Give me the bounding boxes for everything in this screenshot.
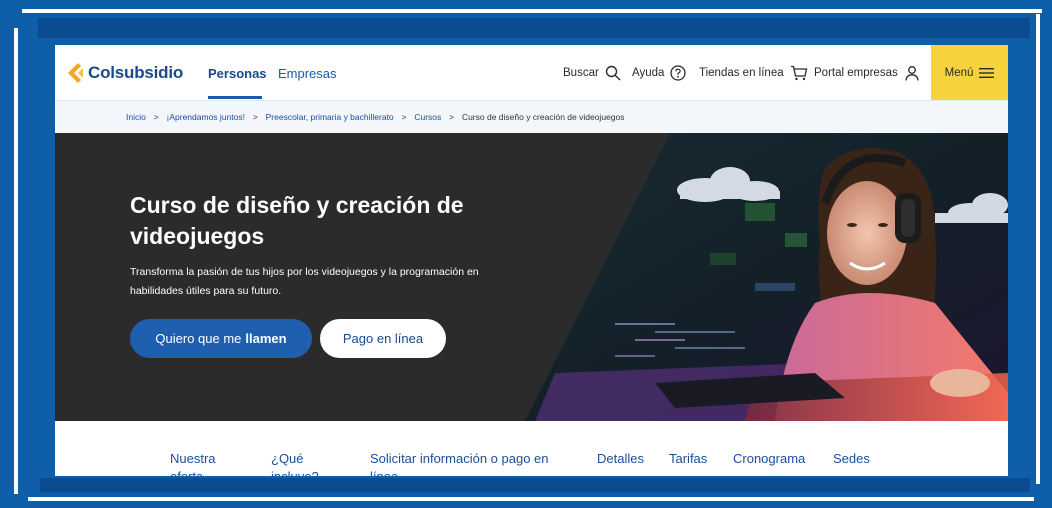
breadcrumb-item-preescolar[interactable]: Preescolar, primaria y bachillerato — [266, 112, 394, 122]
portal-button[interactable]: Portal empresas — [814, 65, 920, 81]
colsubsidio-logo[interactable]: Colsubsidio — [66, 62, 183, 84]
logo-text: Colsubsidio — [88, 63, 184, 82]
search-button[interactable]: Buscar — [563, 65, 621, 81]
nav-tab-empresas[interactable]: Empresas — [278, 66, 337, 81]
hero-description: Transforma la pasión de tus hijos por lo… — [130, 266, 479, 297]
stores-label: Tiendas en línea — [699, 67, 784, 79]
call-me-button-label-bold: llamen — [245, 331, 287, 346]
help-label: Ayuda — [632, 67, 665, 79]
section-tab-incluye[interactable]: ¿Qué incluye? — [271, 450, 331, 476]
section-tab-cronograma[interactable]: Cronograma — [733, 450, 805, 468]
user-icon — [905, 66, 919, 81]
chevron-right-icon: > — [449, 112, 454, 122]
breadcrumb-item-cursos[interactable]: Cursos — [414, 112, 441, 122]
browser-page: Colsubsidio Personas Empresas Buscar Ayu… — [55, 45, 1008, 476]
hero-title: Curso de diseño y creación de videojuego… — [130, 192, 464, 249]
breadcrumb-item-aprendamos[interactable]: ¡Aprendamos juntos! — [167, 112, 245, 122]
frame-shadow-top — [38, 18, 1030, 38]
site-header: Colsubsidio Personas Empresas Buscar Ayu… — [55, 45, 1008, 100]
frame-stripe-right — [1036, 14, 1040, 484]
menu-label: Menú — [944, 66, 974, 79]
breadcrumb-item-current: Curso de diseño y creación de videojuego… — [461, 112, 625, 122]
chevron-right-icon: > — [153, 112, 159, 122]
search-label: Buscar — [563, 67, 599, 79]
active-tab-underline — [208, 96, 262, 99]
help-icon — [670, 65, 687, 81]
portal-label: Portal empresas — [814, 67, 898, 79]
frame-stripe-top — [22, 9, 1042, 13]
section-tabs: Nuestra oferta ¿Qué incluye? Solicitar i… — [55, 421, 1008, 476]
hero-banner: Curso de diseño y creación de videojuego… — [55, 133, 1008, 421]
search-icon — [605, 65, 621, 81]
section-tab-detalles[interactable]: Detalles — [597, 450, 644, 468]
chevron-right-icon: > — [401, 112, 407, 122]
breadcrumb-item-inicio[interactable]: Inicio — [126, 112, 146, 122]
frame-shadow-bottom — [40, 478, 1030, 492]
hamburger-icon — [979, 67, 995, 78]
online-payment-button[interactable]: Pago en línea — [320, 319, 446, 358]
call-me-button[interactable]: Quiero que me llamen — [130, 319, 312, 358]
frame-stripe-bottom — [28, 497, 1034, 501]
section-tab-tarifas[interactable]: Tarifas — [669, 450, 707, 468]
logo-chevron-icon — [68, 63, 83, 83]
frame-stripe-left — [14, 28, 18, 494]
breadcrumb: Inicio > ¡Aprendamos juntos! > Preescola… — [55, 100, 1008, 133]
chevron-right-icon: > — [252, 112, 258, 122]
section-tab-solicitar[interactable]: Solicitar información o pago en línea — [370, 450, 575, 476]
cart-icon — [790, 65, 807, 81]
section-tab-sedes[interactable]: Sedes — [833, 450, 870, 468]
nav-tab-personas[interactable]: Personas — [208, 66, 267, 81]
stores-button[interactable]: Tiendas en línea — [699, 65, 808, 81]
help-button[interactable]: Ayuda — [632, 65, 687, 81]
call-me-button-label: Quiero que me — [155, 331, 242, 346]
menu-button[interactable]: Menú — [931, 45, 1008, 100]
section-tab-oferta[interactable]: Nuestra oferta — [170, 450, 230, 476]
